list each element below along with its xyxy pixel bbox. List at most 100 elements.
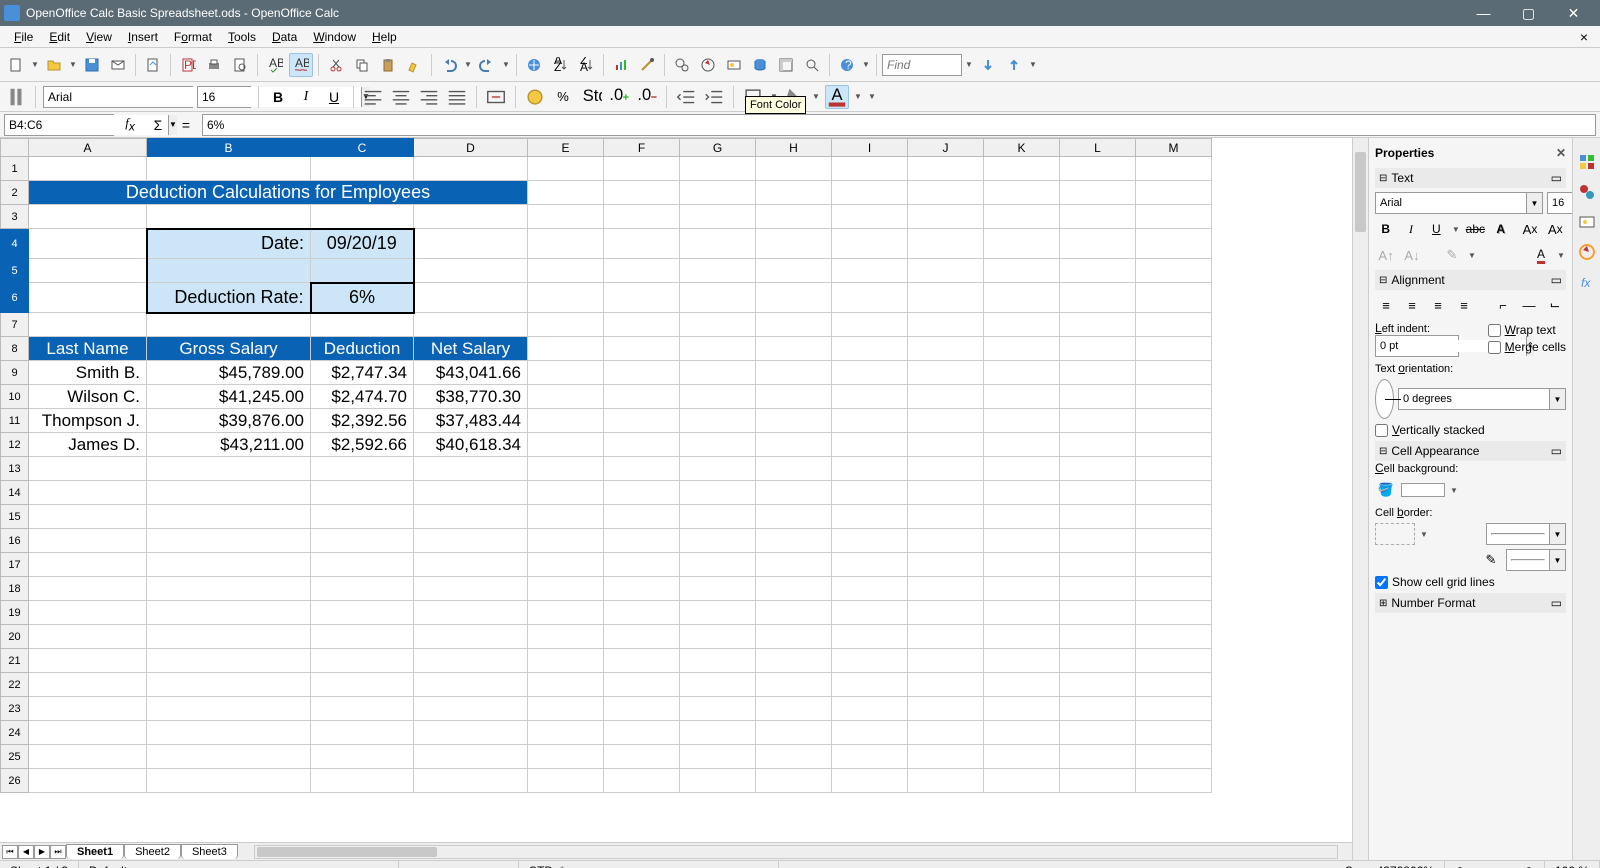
cell[interactable]	[528, 157, 604, 181]
functions-rail-icon[interactable]: fx	[1577, 272, 1597, 292]
cell[interactable]	[528, 625, 604, 649]
cell[interactable]	[1136, 385, 1212, 409]
cell[interactable]	[528, 673, 604, 697]
cell[interactable]	[1136, 721, 1212, 745]
bold-button[interactable]: B	[266, 85, 290, 109]
cell[interactable]	[756, 229, 832, 259]
minimize-button[interactable]: —	[1461, 0, 1506, 26]
cell[interactable]	[311, 745, 414, 769]
cell[interactable]	[147, 577, 311, 601]
menu-help[interactable]: Help	[364, 28, 405, 46]
cell[interactable]	[604, 601, 680, 625]
cell[interactable]	[29, 697, 147, 721]
cell[interactable]	[414, 157, 528, 181]
cell[interactable]	[147, 505, 311, 529]
cell[interactable]	[832, 361, 908, 385]
cell[interactable]	[311, 577, 414, 601]
cell[interactable]	[1060, 505, 1136, 529]
cell[interactable]	[1136, 601, 1212, 625]
cell[interactable]: Deduction Rate:	[147, 283, 311, 313]
cell[interactable]	[680, 505, 756, 529]
cell[interactable]: $2,747.34	[311, 361, 414, 385]
col-header[interactable]: H	[756, 139, 832, 157]
cell[interactable]	[604, 337, 680, 361]
status-sum[interactable]: Sum=4372806%	[779, 861, 1445, 868]
cell[interactable]	[908, 457, 984, 481]
export-pdf-icon[interactable]: PDF	[176, 53, 200, 77]
increase-font-icon[interactable]: A↑	[1375, 244, 1397, 266]
cell[interactable]	[604, 481, 680, 505]
cell[interactable]	[311, 601, 414, 625]
edit-file-icon[interactable]	[141, 53, 165, 77]
help-icon[interactable]: ?	[835, 53, 859, 77]
col-header[interactable]: G	[680, 139, 756, 157]
copy-icon[interactable]	[350, 53, 374, 77]
cell[interactable]	[414, 601, 528, 625]
cell[interactable]	[29, 259, 147, 283]
cell[interactable]	[756, 457, 832, 481]
cell[interactable]	[311, 769, 414, 793]
cell[interactable]	[414, 313, 528, 337]
cell[interactable]	[311, 673, 414, 697]
cell[interactable]	[908, 181, 984, 205]
cell[interactable]	[984, 157, 1060, 181]
col-header[interactable]: I	[832, 139, 908, 157]
paste-icon[interactable]	[376, 53, 400, 77]
row-header[interactable]: 21	[1, 649, 29, 673]
col-header[interactable]: F	[604, 139, 680, 157]
cell[interactable]	[756, 673, 832, 697]
row-header[interactable]: 14	[1, 481, 29, 505]
shadow-icon[interactable]: A	[1490, 218, 1511, 240]
cell[interactable]	[984, 649, 1060, 673]
cell[interactable]	[984, 337, 1060, 361]
section-text[interactable]: ⊟Text▭	[1375, 168, 1566, 188]
section-appearance[interactable]: ⊟Cell Appearance▭	[1375, 441, 1566, 461]
menu-format[interactable]: Format	[166, 28, 220, 46]
cell[interactable]	[1060, 769, 1136, 793]
row-header[interactable]: 5	[1, 259, 29, 283]
cell[interactable]	[680, 481, 756, 505]
cell[interactable]	[984, 505, 1060, 529]
cell[interactable]	[1060, 433, 1136, 457]
align-center-icon[interactable]	[389, 85, 413, 109]
cell[interactable]	[756, 625, 832, 649]
cell[interactable]	[832, 259, 908, 283]
cell[interactable]	[528, 457, 604, 481]
cell[interactable]	[1136, 433, 1212, 457]
row-header[interactable]: 12	[1, 433, 29, 457]
col-header[interactable]: L	[1060, 139, 1136, 157]
cell[interactable]	[1136, 259, 1212, 283]
cell[interactable]	[414, 283, 528, 313]
cell[interactable]	[414, 457, 528, 481]
zoom-slider[interactable]: ⊖ ——•—— ⊕	[1445, 861, 1545, 868]
cell[interactable]	[1060, 157, 1136, 181]
cell[interactable]	[528, 697, 604, 721]
align-center-icon[interactable]: ≡	[1401, 294, 1423, 316]
cell[interactable]	[680, 337, 756, 361]
gallery-icon[interactable]	[722, 53, 746, 77]
cell[interactable]	[832, 337, 908, 361]
cell[interactable]	[756, 205, 832, 229]
bg-color-dropdown[interactable]: ▼	[811, 92, 821, 101]
cell[interactable]	[147, 673, 311, 697]
hyperlink-icon[interactable]	[522, 53, 546, 77]
cell[interactable]	[984, 481, 1060, 505]
sort-desc-icon[interactable]: ZA	[574, 53, 598, 77]
cell[interactable]	[604, 673, 680, 697]
cell[interactable]	[908, 433, 984, 457]
tab-prev-icon[interactable]: ◀	[18, 845, 34, 859]
cell[interactable]	[1060, 409, 1136, 433]
show-draw-functions-icon[interactable]	[635, 53, 659, 77]
undo-dropdown[interactable]: ▼	[463, 60, 473, 69]
cell[interactable]	[832, 649, 908, 673]
cell[interactable]	[414, 673, 528, 697]
cell[interactable]	[528, 229, 604, 259]
col-header[interactable]: C	[311, 139, 414, 157]
cell-ref-input[interactable]	[5, 115, 168, 135]
cell[interactable]	[604, 157, 680, 181]
cell[interactable]	[414, 529, 528, 553]
remove-decimal-icon[interactable]: .0	[635, 85, 659, 109]
cell[interactable]	[680, 697, 756, 721]
cell[interactable]	[908, 337, 984, 361]
new-dropdown[interactable]: ▼	[30, 60, 40, 69]
